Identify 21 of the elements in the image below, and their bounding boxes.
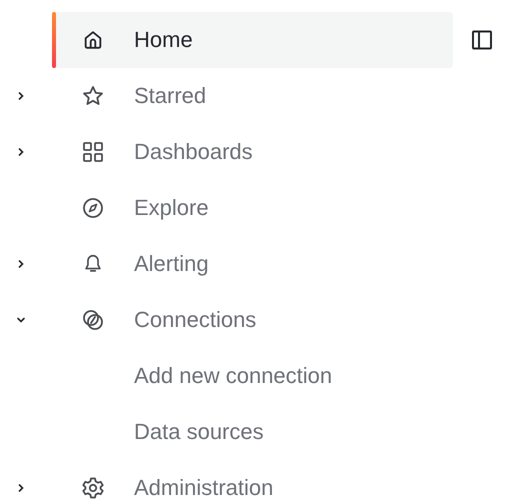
chevron-right-icon[interactable] — [16, 147, 26, 157]
nav-subitem[interactable]: Add new connection — [52, 348, 453, 404]
grid-icon — [81, 140, 105, 164]
nav-item[interactable]: Connections — [52, 292, 453, 348]
chevron-right-icon[interactable] — [16, 91, 26, 101]
chevron-right-icon[interactable] — [16, 483, 26, 493]
nav-item[interactable]: Alerting — [52, 236, 453, 292]
nav-item[interactable]: Explore — [52, 180, 453, 236]
connections-icon — [81, 308, 105, 332]
nav-item[interactable]: Dashboards — [52, 124, 453, 180]
compass-icon — [81, 196, 105, 220]
home-icon — [82, 29, 104, 51]
chevron-right-icon[interactable] — [16, 259, 26, 269]
star-icon — [81, 84, 105, 108]
chevron-down-icon[interactable] — [16, 315, 26, 325]
nav-item[interactable]: Starred — [52, 68, 453, 124]
nav-item[interactable]: Home — [52, 12, 453, 68]
settings-icon — [81, 476, 105, 500]
dock-menu-icon[interactable] — [470, 28, 494, 52]
nav-item[interactable]: Administration — [52, 460, 453, 504]
nav-subitem[interactable]: Data sources — [52, 404, 453, 460]
